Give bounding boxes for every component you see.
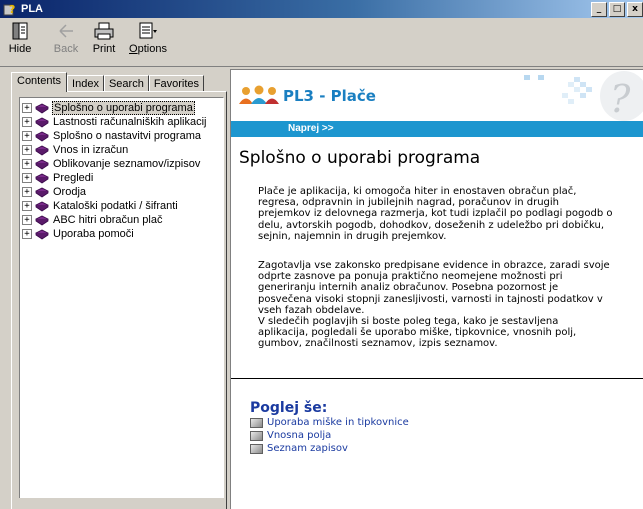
print-button[interactable]: Print [84,21,124,55]
link-bullet-icon [250,443,263,454]
back-button[interactable]: Back [46,21,86,55]
expand-icon[interactable]: + [22,131,32,141]
expand-icon[interactable]: + [22,173,32,183]
nav-tabs: Contents Index Search Favorites [11,72,205,92]
expand-icon[interactable]: + [22,201,32,211]
print-label: Print [92,43,116,55]
tab-index[interactable]: Index [67,75,104,92]
title-bar[interactable]: ? PLA _ □ x [0,0,643,18]
tree-item[interactable]: + Pregledi [22,171,94,185]
link-bullet-icon [250,417,263,428]
topic-banner: PL3 - Plače ? [231,70,643,121]
tab-search[interactable]: Search [103,75,149,92]
expand-icon[interactable]: + [22,103,32,113]
book-icon [35,215,49,225]
tree-item[interactable]: + Splošno o nastavitvi programa [22,129,202,143]
book-icon [35,103,49,113]
tab-favorites[interactable]: Favorites [148,75,205,92]
question-mark-icon: ? [600,71,643,121]
tree-item[interactable]: + Uporaba pomoči [22,227,135,241]
expand-icon[interactable]: + [22,117,32,127]
expand-icon[interactable]: + [22,215,32,225]
book-icon [35,173,49,183]
contents-tree[interactable]: + Splošno o uporabi programa + Lastnosti r… [19,97,224,498]
tree-item[interactable]: + ABC hitri obračun plač [22,213,163,227]
topic-nav-bar: Naprej >> [231,121,643,137]
back-arrow-icon [59,24,73,38]
tree-item[interactable]: + Orodja [22,185,87,199]
tree-item[interactable]: + Kataloški podatki / šifranti [22,199,179,213]
maximize-button[interactable]: □ [609,2,625,17]
printer-icon [94,22,114,40]
hide-label: Hide [8,43,32,55]
expand-icon[interactable]: + [22,145,32,155]
help-app-icon: ? [3,3,15,16]
link-bullet-icon [250,430,263,441]
topic-pane: PL3 - Plače ? Naprej >> Splošno o uporab… [230,69,643,509]
next-link[interactable]: Naprej >> [288,123,334,134]
close-button[interactable]: x [627,2,643,17]
see-also-link[interactable]: Vnosna polja [250,430,331,441]
book-icon [35,229,49,239]
book-icon [35,131,49,141]
features-paragraph: Zagotavlja vse zakonsko predpisane evide… [258,260,610,350]
divider [231,378,643,379]
options-icon [139,22,157,39]
tab-contents[interactable]: Contents [11,72,68,92]
book-icon [35,201,49,211]
tree-item[interactable]: + Vnos in izračun [22,143,129,157]
tab-panel: + Splošno o uporabi programa + Lastnosti r… [11,91,227,509]
see-also-link[interactable]: Seznam zapisov [250,443,348,454]
svg-text:?: ? [610,77,631,121]
see-also-heading: Poglej še: [250,400,328,416]
see-also-link[interactable]: Uporaba miške in tipkovnice [250,417,409,428]
product-name: PL3 - Plače [283,87,376,105]
minimize-button[interactable]: _ [591,2,607,17]
window-title: PLA [21,3,43,15]
book-icon [35,159,49,169]
expand-icon[interactable]: + [22,229,32,239]
back-label: Back [53,43,79,55]
book-icon [35,187,49,197]
expand-icon[interactable]: + [22,159,32,169]
hide-icon [12,22,28,40]
book-icon [35,145,49,155]
people-logo-icon [239,85,279,104]
book-icon [35,117,49,127]
hide-button[interactable]: Hide [0,21,40,55]
topic-heading: Splošno o uporabi programa [239,148,481,168]
intro-paragraph: Plače je aplikacija, ki omogoča hiter in… [258,186,613,242]
tree-item[interactable]: + Oblikovanje seznamov/izpisov [22,157,201,171]
options-label: Options [129,43,167,55]
svg-text:?: ? [9,3,15,16]
decorative-pattern [524,75,592,104]
navigation-pane: Contents Index Search Favorites + Splošno… [6,72,227,509]
options-button[interactable]: Options [128,21,168,55]
tree-item[interactable]: + Splošno o uporabi programa [22,101,195,115]
expand-icon[interactable]: + [22,187,32,197]
tree-item[interactable]: + Lastnosti računalniških aplikacij [22,115,207,129]
toolbar: Hide Back Print Options [0,18,643,67]
